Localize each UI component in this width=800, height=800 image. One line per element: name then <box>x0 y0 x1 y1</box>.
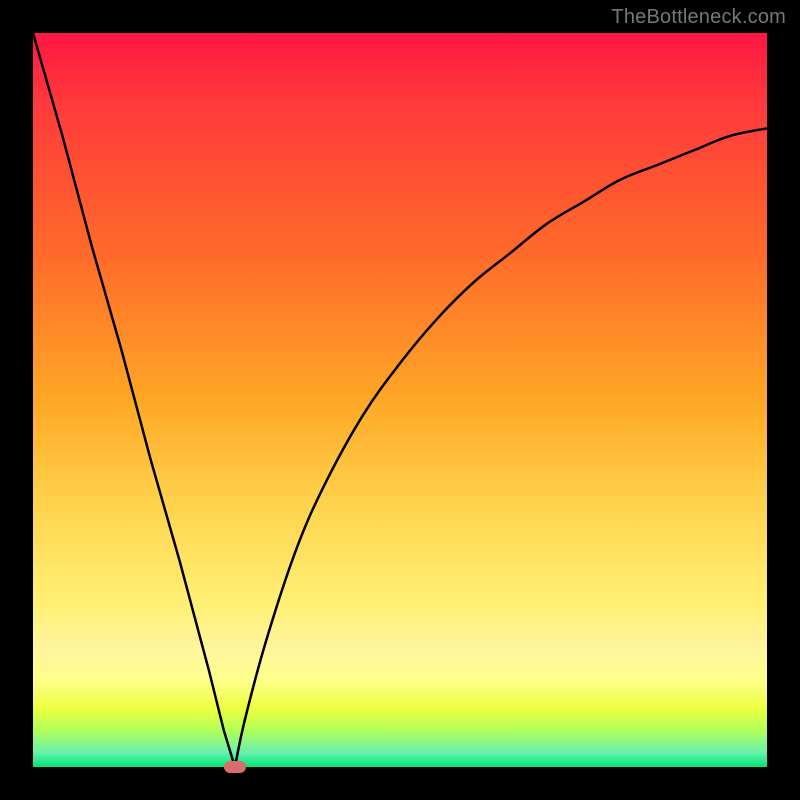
bottleneck-curve <box>33 33 767 767</box>
curve-path <box>33 33 767 767</box>
chart-frame: TheBottleneck.com <box>0 0 800 800</box>
vertex-marker <box>224 761 246 773</box>
watermark-text: TheBottleneck.com <box>611 6 786 29</box>
chart-plot-area <box>33 33 767 767</box>
